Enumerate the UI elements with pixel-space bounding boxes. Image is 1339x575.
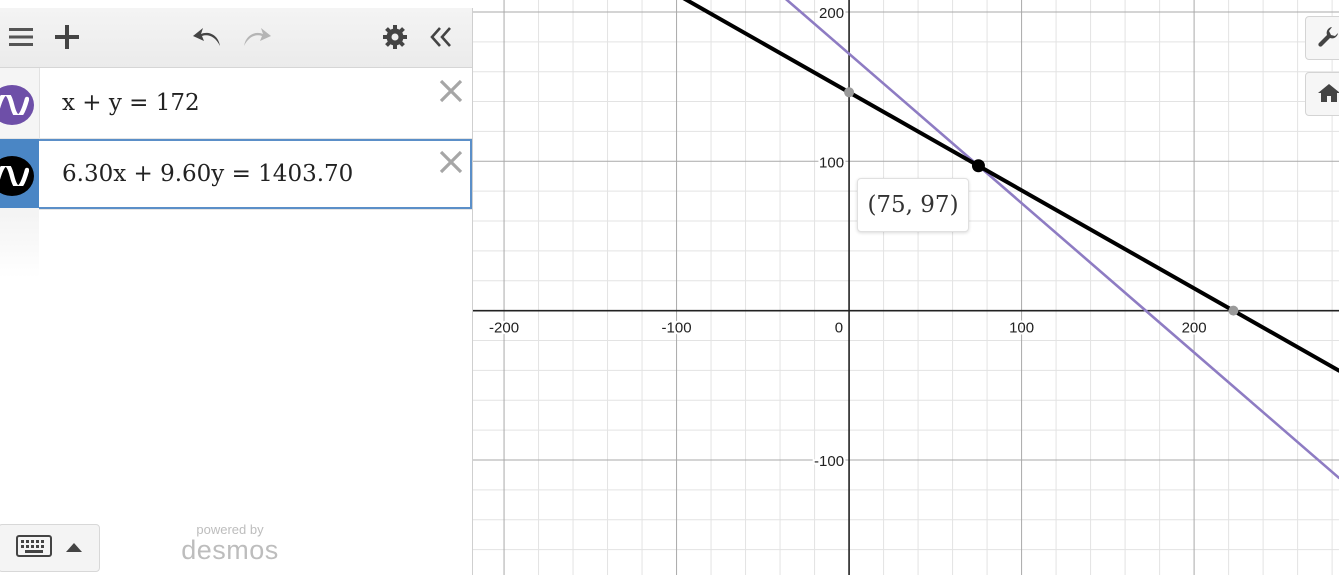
plus-icon[interactable]	[50, 20, 84, 54]
minor-gridlines	[473, 0, 1339, 575]
intercept-point	[1228, 305, 1239, 316]
x-tick-label: 100	[1009, 320, 1034, 337]
expression-math[interactable]: x + y = 172	[62, 68, 200, 138]
intercept-point	[844, 87, 855, 98]
graph-canvas[interactable]: -200 -100 0 100 200 200 100 -100	[473, 0, 1339, 575]
hamburger-icon[interactable]	[4, 20, 38, 54]
default-viewport-button[interactable]	[1305, 72, 1339, 116]
new-expression-gutter[interactable]	[0, 208, 39, 278]
double-chevron-left-icon[interactable]	[424, 20, 458, 54]
y-tick-label: 200	[819, 5, 844, 22]
x-tick-label: 0	[835, 320, 843, 337]
expression-toolbar	[0, 8, 472, 68]
intersection-point	[971, 159, 985, 173]
x-tick-label: 200	[1182, 320, 1207, 337]
graph-paper[interactable]: -200 -100 0 100 200 200 100 -100 (75, 97)	[473, 0, 1339, 575]
y-tick-label: -100	[814, 453, 844, 470]
graph-settings-button[interactable]	[1305, 16, 1339, 60]
delete-expression-icon[interactable]	[437, 148, 465, 176]
y-tick-label: 100	[819, 154, 844, 171]
wrench-icon	[1318, 27, 1339, 54]
expression-row[interactable]: x + y = 172	[0, 68, 472, 139]
expression-math[interactable]: 6.30x + 9.60y = 1403.70	[62, 139, 353, 209]
caret-up-icon	[66, 539, 82, 557]
point-coordinate-label[interactable]: (75, 97)	[857, 178, 969, 232]
home-icon	[1318, 83, 1339, 108]
x-tick-label: -100	[662, 320, 692, 337]
delete-expression-icon[interactable]	[437, 77, 465, 105]
desmos-logo: desmos	[181, 535, 279, 565]
redo-icon[interactable]	[240, 20, 274, 54]
major-gridlines	[473, 0, 1339, 575]
expression-panel: x + y = 172 6.30x + 9.60y = 1403.70	[0, 8, 473, 575]
undo-icon[interactable]	[190, 20, 224, 54]
x-tick-label: -200	[489, 320, 519, 337]
desmos-calculator: x + y = 172 6.30x + 9.60y = 1403.70 powe…	[0, 0, 1339, 575]
keyboard-icon	[16, 534, 52, 562]
gear-icon[interactable]	[378, 20, 412, 54]
powered-by-desmos[interactable]: powered by desmos	[178, 523, 282, 565]
keyboard-toggle-button[interactable]	[0, 524, 100, 572]
axes	[473, 0, 1339, 575]
expression-row-active[interactable]: 6.30x + 9.60y = 1403.70	[0, 139, 472, 210]
